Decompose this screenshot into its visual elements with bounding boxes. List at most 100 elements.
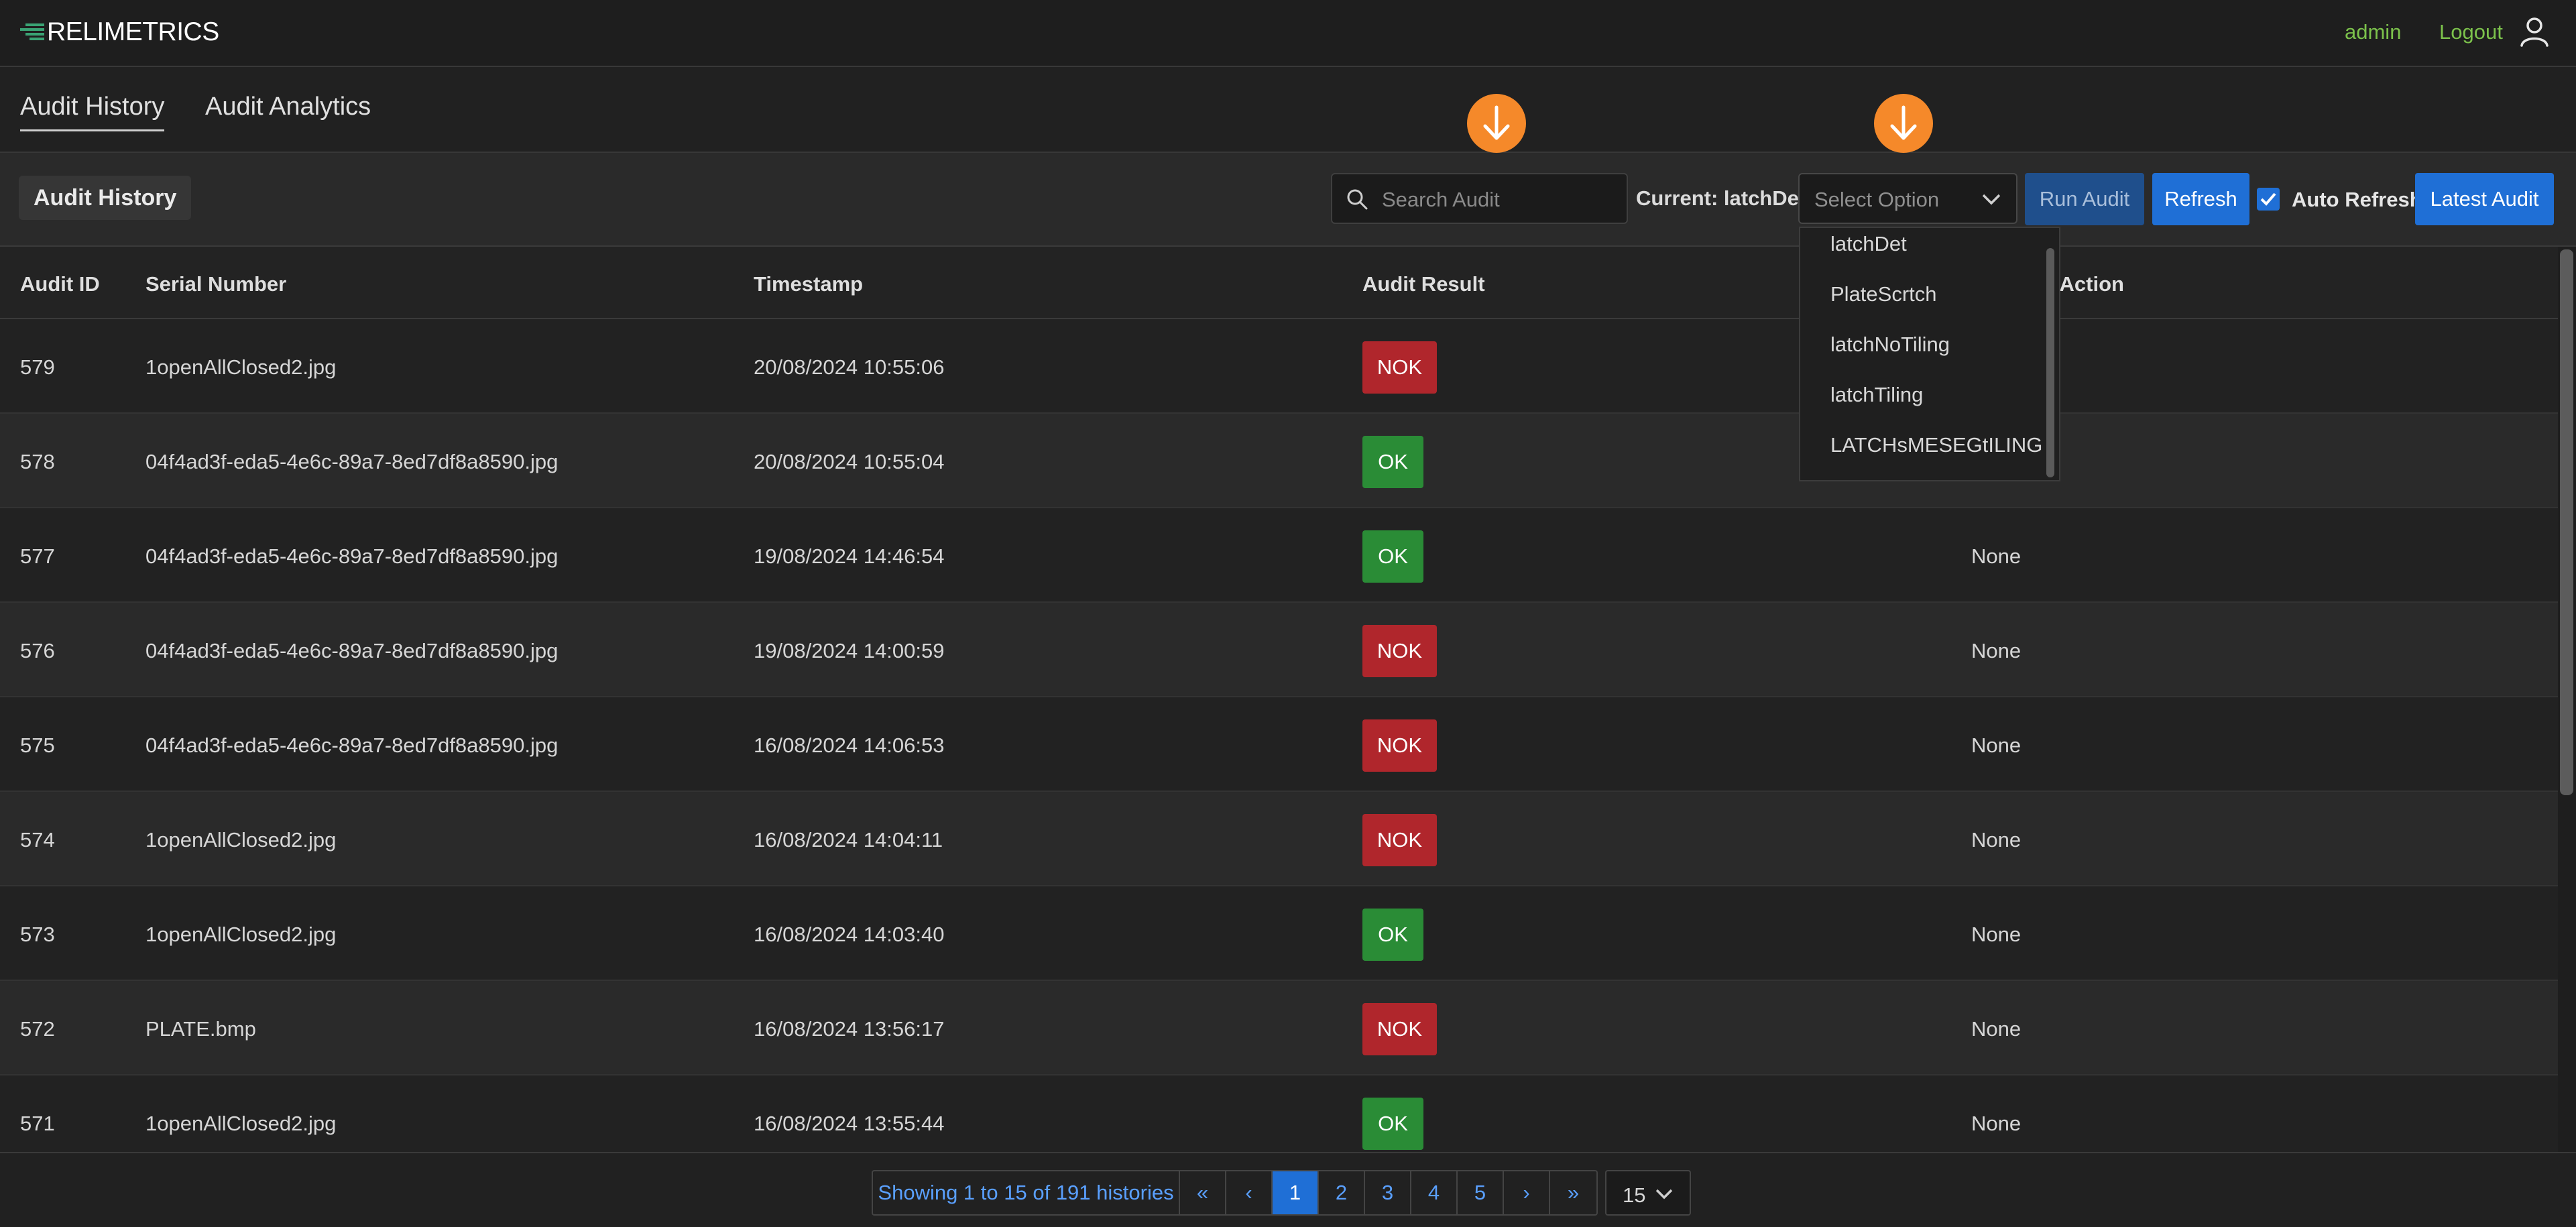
- action-cell: None: [1971, 639, 2022, 662]
- timestamp-cell: 16/08/2024 14:04:11: [754, 828, 943, 852]
- auto-refresh-label[interactable]: Auto Refresh: [2292, 188, 2422, 212]
- dropdown-option[interactable]: latchNoTiling: [1830, 333, 1950, 357]
- timestamp-cell: 16/08/2024 13:56:17: [754, 1017, 945, 1041]
- audit-result-badge[interactable]: OK: [1362, 1098, 1423, 1150]
- last-page-button[interactable]: »: [1550, 1171, 1596, 1214]
- column-header-audit-id[interactable]: Audit ID: [20, 272, 100, 296]
- chevron-down-icon: [1982, 194, 2001, 205]
- audit-id-cell: 573: [20, 923, 55, 946]
- pagination: Showing 1 to 15 of 191 histories « ‹ 1 2…: [872, 1170, 1598, 1216]
- serial-number-cell: 04f4ad3f-eda5-4e6c-89a7-8ed7df8a8590.jpg: [145, 544, 559, 568]
- table-row[interactable]: 573 1openAllClosed2.jpg 16/08/2024 14:03:4…: [0, 886, 2558, 981]
- audit-result-badge[interactable]: NOK: [1362, 625, 1437, 677]
- tab-audit-analytics[interactable]: Audit Analytics: [205, 93, 371, 129]
- action-cell: None: [1971, 1017, 2022, 1041]
- model-select[interactable]: Select Option: [1798, 173, 2017, 224]
- page-button-2[interactable]: 2: [1319, 1171, 1365, 1214]
- timestamp-cell: 19/08/2024 14:00:59: [754, 639, 945, 662]
- model-select-dropdown[interactable]: latchDet PlateScrtch latchNoTiling latch…: [1799, 227, 2060, 481]
- search-input[interactable]: [1381, 184, 1618, 216]
- dropdown-option[interactable]: latchTiling: [1830, 383, 1923, 407]
- table-row[interactable]: 577 04f4ad3f-eda5-4e6c-89a7-8ed7df8a8590.…: [0, 508, 2558, 603]
- pagination-info: Showing 1 to 15 of 191 histories: [873, 1171, 1180, 1214]
- audit-result-badge[interactable]: NOK: [1362, 341, 1437, 394]
- audit-id-cell: 572: [20, 1017, 55, 1041]
- timestamp-cell: 20/08/2024 10:55:04: [754, 450, 945, 473]
- audit-id-cell: 578: [20, 450, 55, 473]
- audit-id-cell: 571: [20, 1112, 55, 1135]
- run-audit-button[interactable]: Run Audit: [2025, 173, 2144, 225]
- latest-audit-button[interactable]: Latest Audit: [2415, 173, 2554, 225]
- auto-refresh-checkbox[interactable]: [2257, 188, 2280, 211]
- dropdown-option[interactable]: LATCHsMESEGtILING: [1830, 433, 2042, 457]
- logo[interactable]: RELIMETRICS: [20, 17, 219, 47]
- action-cell: None: [1971, 734, 2022, 757]
- relimetrics-logo-icon: [20, 23, 44, 40]
- table-row[interactable]: 574 1openAllClosed2.jpg 16/08/2024 14:04:1…: [0, 792, 2558, 886]
- page-button-5[interactable]: 5: [1458, 1171, 1504, 1214]
- audit-result-badge[interactable]: OK: [1362, 909, 1423, 961]
- next-page-button[interactable]: ›: [1504, 1171, 1550, 1214]
- serial-number-cell: 04f4ad3f-eda5-4e6c-89a7-8ed7df8a8590.jpg: [145, 450, 559, 473]
- column-header-serial-number[interactable]: Serial Number: [145, 272, 286, 296]
- audit-id-cell: 577: [20, 544, 55, 568]
- timestamp-cell: 20/08/2024 10:55:06: [754, 355, 945, 379]
- dropdown-scrollbar[interactable]: [2046, 248, 2054, 477]
- chevron-down-icon: [1655, 1189, 1673, 1200]
- toolbar: Audit History Current: latchDet Select O…: [0, 153, 2576, 247]
- serial-number-cell: 1openAllClosed2.jpg: [145, 1112, 337, 1135]
- arrow-down-circle-icon: [1467, 94, 1526, 153]
- table-row[interactable]: 579 1openAllClosed2.jpg 20/08/2024 10:55:0…: [0, 319, 2558, 414]
- per-page-select[interactable]: 15: [1605, 1170, 1691, 1216]
- action-cell: None: [1971, 1112, 2022, 1135]
- page-button-3[interactable]: 3: [1365, 1171, 1411, 1214]
- table-row[interactable]: 572 PLATE.bmp 16/08/2024 13:56:17 NOK None: [0, 981, 2558, 1075]
- timestamp-cell: 16/08/2024 14:03:40: [754, 923, 945, 946]
- audit-id-cell: 575: [20, 734, 55, 757]
- tab-audit-history[interactable]: Audit History: [20, 93, 165, 131]
- timestamp-cell: 19/08/2024 14:46:54: [754, 544, 945, 568]
- logout-link[interactable]: Logout: [2439, 20, 2503, 44]
- timestamp-cell: 16/08/2024 13:55:44: [754, 1112, 945, 1135]
- audit-id-cell: 576: [20, 639, 55, 662]
- action-cell: None: [1971, 544, 2022, 568]
- table-scrollbar-thumb[interactable]: [2560, 249, 2573, 795]
- serial-number-cell: 04f4ad3f-eda5-4e6c-89a7-8ed7df8a8590.jpg: [145, 639, 559, 662]
- audit-result-badge[interactable]: NOK: [1362, 719, 1437, 772]
- table-row[interactable]: 578 04f4ad3f-eda5-4e6c-89a7-8ed7df8a8590.…: [0, 414, 2558, 508]
- dropdown-option[interactable]: PlateScrtch: [1830, 282, 1937, 306]
- search-box[interactable]: [1331, 173, 1628, 224]
- timestamp-cell: 16/08/2024 14:06:53: [754, 734, 945, 757]
- username-link[interactable]: admin: [2345, 20, 2401, 44]
- user-icon[interactable]: [2518, 15, 2551, 48]
- current-model-label: Current: latchDet: [1636, 186, 1806, 210]
- per-page-value: 15: [1623, 1183, 1646, 1207]
- audit-id-cell: 579: [20, 355, 55, 379]
- serial-number-cell: 1openAllClosed2.jpg: [145, 355, 337, 379]
- prev-page-button[interactable]: ‹: [1226, 1171, 1273, 1214]
- arrow-down-circle-icon: [1874, 94, 1933, 153]
- serial-number-cell: 1openAllClosed2.jpg: [145, 828, 337, 852]
- tabs-bar: Audit History Audit Analytics: [0, 67, 2576, 153]
- audit-id-cell: 574: [20, 828, 55, 852]
- page-button-4[interactable]: 4: [1411, 1171, 1458, 1214]
- audit-result-badge[interactable]: OK: [1362, 530, 1423, 583]
- section-title: Audit History: [19, 176, 192, 220]
- serial-number-cell: 04f4ad3f-eda5-4e6c-89a7-8ed7df8a8590.jpg: [145, 734, 559, 757]
- refresh-button[interactable]: Refresh: [2152, 173, 2249, 225]
- dropdown-option[interactable]: latchDet: [1830, 232, 1907, 256]
- audit-result-badge[interactable]: OK: [1362, 436, 1423, 488]
- top-header: RELIMETRICS admin Logout: [0, 0, 2576, 67]
- page-button-1[interactable]: 1: [1273, 1171, 1319, 1214]
- serial-number-cell: PLATE.bmp: [145, 1017, 256, 1041]
- column-header-timestamp[interactable]: Timestamp: [754, 272, 863, 296]
- audit-result-badge[interactable]: NOK: [1362, 814, 1437, 866]
- audit-result-badge[interactable]: NOK: [1362, 1003, 1437, 1055]
- table-row[interactable]: 575 04f4ad3f-eda5-4e6c-89a7-8ed7df8a8590.…: [0, 697, 2558, 792]
- check-icon: [2260, 192, 2276, 206]
- first-page-button[interactable]: «: [1180, 1171, 1226, 1214]
- column-header-audit-result[interactable]: Audit Result: [1362, 272, 1485, 296]
- table-row[interactable]: 576 04f4ad3f-eda5-4e6c-89a7-8ed7df8a8590.…: [0, 603, 2558, 697]
- logo-text: RELIMETRICS: [47, 17, 219, 46]
- select-placeholder: Select Option: [1814, 188, 1940, 211]
